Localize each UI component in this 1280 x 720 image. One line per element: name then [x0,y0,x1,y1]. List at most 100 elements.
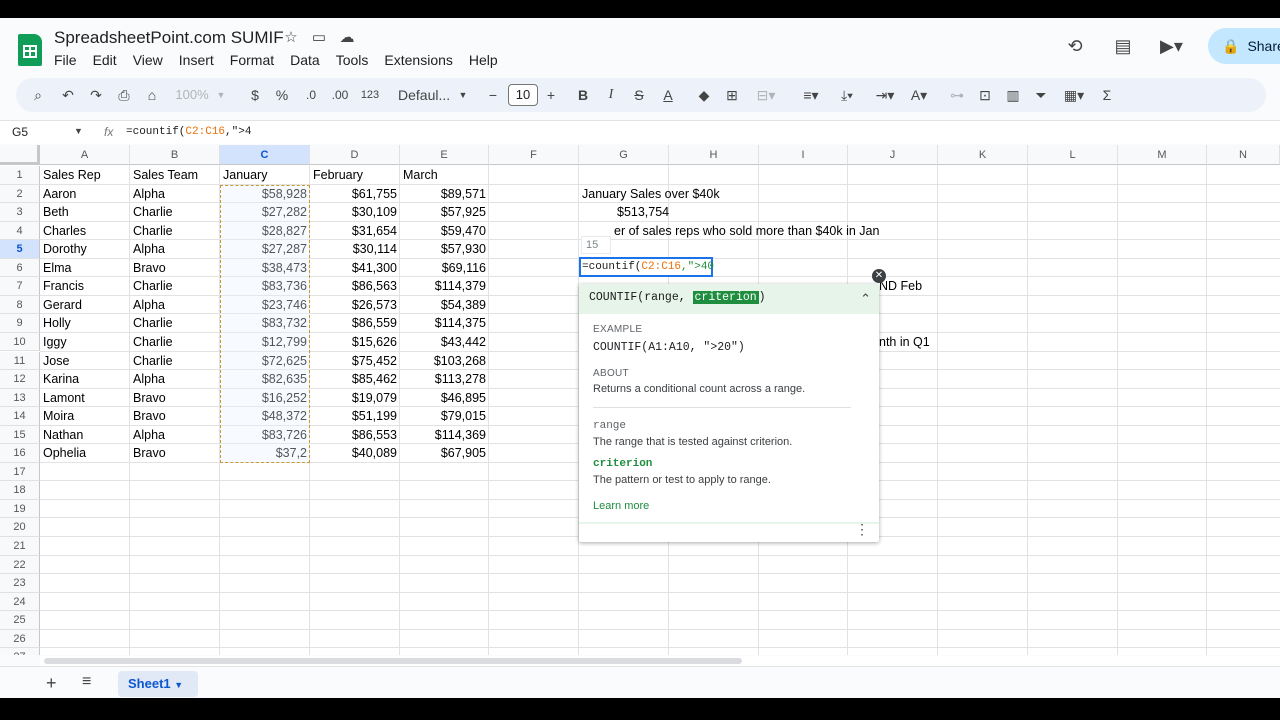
cell-d1[interactable]: February [310,166,400,185]
row-header-2[interactable]: 2 [0,184,40,204]
formula-input[interactable]: =countif(C2:C16,">4 [126,126,251,138]
cell-a7[interactable]: Francis [40,277,130,296]
sheet-menu-caret-icon[interactable]: ▼ [174,680,183,690]
filter-icon[interactable]: ⏷ [1032,78,1050,112]
share-button[interactable]: 🔒 Share [1208,28,1280,64]
column-header-l[interactable]: L [1028,145,1118,165]
menu-file[interactable]: File [46,51,85,69]
cell-c15[interactable]: $83,726 [220,426,310,445]
cell-b1[interactable]: Sales Team [130,166,220,185]
menu-edit[interactable]: Edit [85,51,125,69]
name-box[interactable]: G5 [12,125,28,139]
zoom-select[interactable]: 100% [172,78,212,112]
currency-format-button[interactable]: $ [248,78,262,112]
cell-b5[interactable]: Alpha [130,240,220,259]
print-icon[interactable]: ⎙ [116,78,132,112]
row-header-19[interactable]: 19 [0,499,40,519]
cell-b6[interactable]: Bravo [130,259,220,278]
text-color-icon[interactable]: A [660,78,676,112]
column-header-f[interactable]: F [489,145,579,165]
menu-help[interactable]: Help [461,51,506,69]
cell-b10[interactable]: Charlie [130,333,220,352]
cell-c16[interactable]: $37,2 [220,444,310,463]
cell-a9[interactable]: Holly [40,314,130,333]
cell-e10[interactable]: $43,442 [400,333,489,352]
move-folder-icon[interactable]: ▭ [310,28,328,46]
cell-d13[interactable]: $19,079 [310,389,400,408]
star-icon[interactable]: ☆ [282,28,300,46]
cell-editor-g5[interactable]: =countif(C2:C16,">40 [579,257,714,277]
cell-g3[interactable]: $513,754 [614,203,672,222]
cell-a8[interactable]: Gerard [40,296,130,315]
cell-d10[interactable]: $15,626 [310,333,400,352]
cell-d15[interactable]: $86,553 [310,426,400,445]
cell-d5[interactable]: $30,114 [310,240,400,259]
column-header-m[interactable]: M [1118,145,1207,165]
row-header-24[interactable]: 24 [0,592,40,612]
paint-format-icon[interactable]: ⌂ [144,78,160,112]
cell-g2[interactable]: January Sales over $40k [579,185,759,204]
cell-d4[interactable]: $31,654 [310,222,400,241]
meet-icon[interactable]: ▶▾ [1160,36,1183,57]
strikethrough-icon[interactable]: S [632,78,646,112]
row-header-18[interactable]: 18 [0,481,40,500]
row-header-7[interactable]: 7 [0,277,40,296]
row-header-16[interactable]: 16 [0,444,40,463]
horizontal-scrollbar[interactable] [40,656,1280,666]
cell-e13[interactable]: $46,895 [400,389,489,408]
cell-a1[interactable]: Sales Rep [40,166,130,185]
column-header-i[interactable]: I [759,145,848,165]
row-header-8[interactable]: 8 [0,295,40,315]
row-header-1[interactable]: 1 [0,166,40,185]
cell-c10[interactable]: $12,799 [220,333,310,352]
row-header-15[interactable]: 15 [0,425,40,445]
more-options-icon[interactable]: ⋮ [855,521,869,538]
version-history-icon[interactable]: ⟲ [1064,36,1086,57]
italic-icon[interactable]: I [604,78,618,112]
cell-e9[interactable]: $114,375 [400,314,489,333]
row-header-25[interactable]: 25 [0,611,40,630]
cell-e8[interactable]: $54,389 [400,296,489,315]
cell-b2[interactable]: Alpha [130,185,220,204]
cell-a15[interactable]: Nathan [40,426,130,445]
cell-a4[interactable]: Charles [40,222,130,241]
cell-c1[interactable]: January [220,166,310,185]
cell-g4[interactable]: er of sales reps who sold more than $40k… [611,222,882,241]
column-header-h[interactable]: H [669,145,759,165]
menu-data[interactable]: Data [282,51,328,69]
column-header-a[interactable]: A [40,145,130,165]
sheets-logo-icon[interactable] [18,34,42,66]
bold-icon[interactable]: B [576,78,590,112]
cloud-status-icon[interactable]: ☁ [338,28,356,46]
cell-a2[interactable]: Aaron [40,185,130,204]
cell-e1[interactable]: March [400,166,489,185]
insert-comment-icon[interactable]: ⊡ [976,78,994,112]
font-size-input[interactable]: 10 [508,84,538,106]
row-header-9[interactable]: 9 [0,314,40,333]
cell-d14[interactable]: $51,199 [310,407,400,426]
cell-c11[interactable]: $72,625 [220,352,310,371]
undo-icon[interactable]: ↶ [60,78,76,112]
select-all-corner[interactable] [0,145,40,165]
cell-d3[interactable]: $30,109 [310,203,400,222]
text-wrapping-icon[interactable]: ⇥▾ [872,78,898,112]
vertical-align-icon[interactable]: ⤓▾ [834,78,860,112]
comments-icon[interactable]: ▤ [1112,36,1134,57]
row-header-10[interactable]: 10 [0,332,40,352]
cell-e16[interactable]: $67,905 [400,444,489,463]
cell-c7[interactable]: $83,736 [220,277,310,296]
cell-a10[interactable]: Iggy [40,333,130,352]
row-header-22[interactable]: 22 [0,555,40,575]
borders-icon[interactable]: ⊞ [724,78,740,112]
cell-b13[interactable]: Bravo [130,389,220,408]
cell-c8[interactable]: $23,746 [220,296,310,315]
insert-chart-icon[interactable]: ▥ [1004,78,1022,112]
name-box-caret-icon[interactable]: ▼ [74,126,83,136]
redo-icon[interactable]: ↷ [88,78,104,112]
cell-j7[interactable]: ND Feb [876,277,956,296]
collapse-chevron-icon[interactable]: ⌃ [860,291,871,307]
cell-e12[interactable]: $113,278 [400,370,489,389]
close-help-icon[interactable]: ✕ [872,269,886,283]
cell-a12[interactable]: Karina [40,370,130,389]
row-header-17[interactable]: 17 [0,462,40,482]
